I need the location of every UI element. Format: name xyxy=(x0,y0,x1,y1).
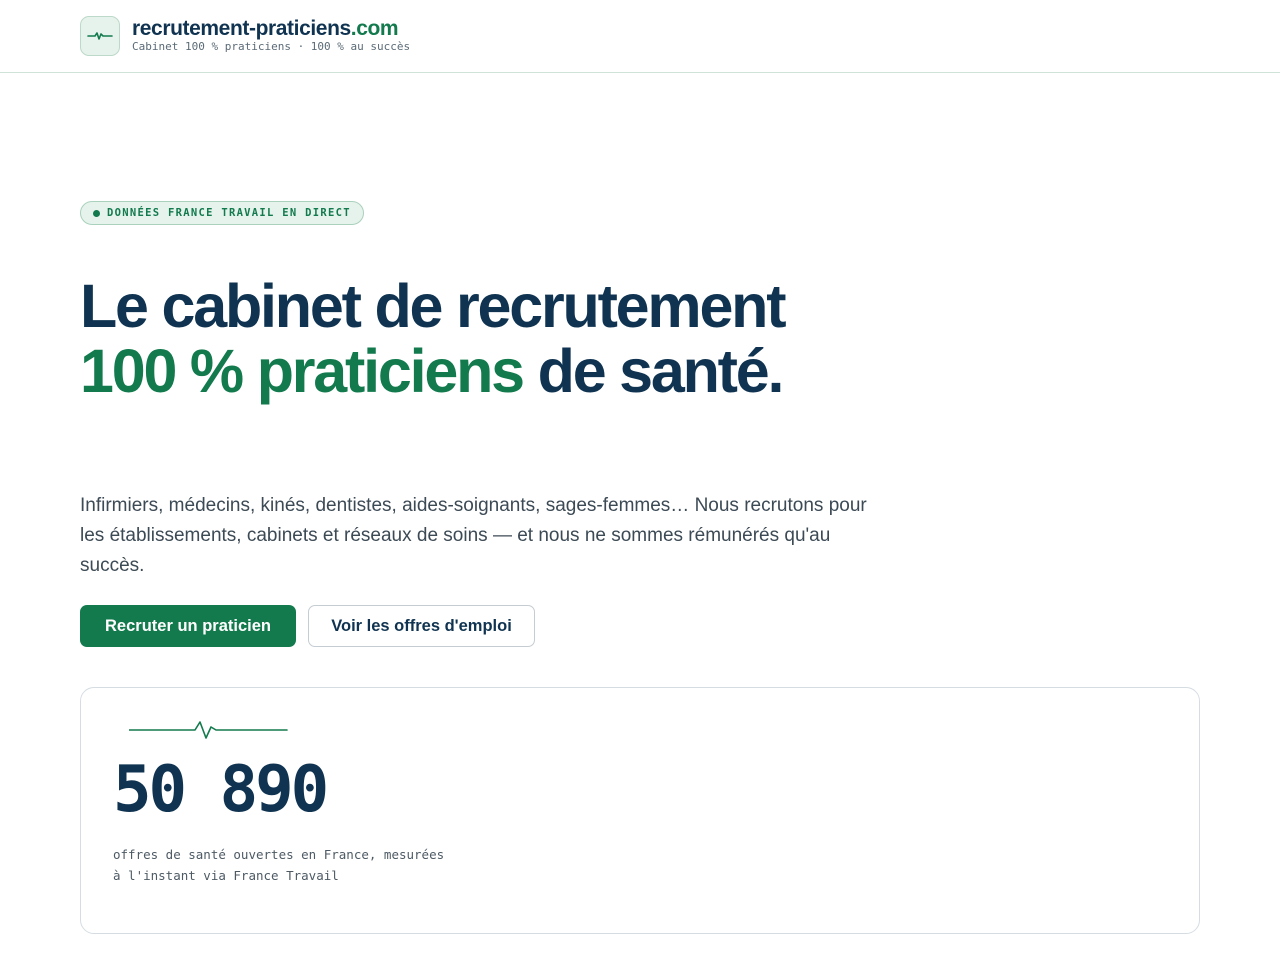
badge-label: DONNÉES FRANCE TRAVAIL EN DIRECT xyxy=(107,207,351,219)
heartbeat-icon[interactable] xyxy=(80,16,120,56)
hero-title-part2: de santé. xyxy=(522,337,785,405)
brand-logo-text[interactable]: recrutement-praticiens.com xyxy=(132,16,399,42)
brand-tld: .com xyxy=(350,17,399,40)
live-dot-icon xyxy=(93,209,100,217)
recruit-practitioner-button[interactable]: Recruter un praticien xyxy=(80,605,296,647)
brand-name: recrutement-praticiens xyxy=(132,17,351,40)
site-header: recrutement-praticiens.com Cabinet 100 %… xyxy=(0,0,1280,73)
stat-description-line1: offres de santé ouvertes en France, mesu… xyxy=(113,847,445,862)
open-offers-count: 50 890 xyxy=(113,753,329,827)
stat-description: offres de santé ouvertes en France, mesu… xyxy=(113,844,493,886)
brand-tagline: Cabinet 100 % praticiens · 100 % au succ… xyxy=(132,40,411,53)
hero-title-part1: Le cabinet de recrutement xyxy=(80,272,787,340)
view-job-offers-button[interactable]: Voir les offres d'emploi xyxy=(308,605,535,647)
live-data-badge: DONNÉES FRANCE TRAVAIL EN DIRECT xyxy=(80,201,364,225)
pulse-line-icon xyxy=(129,721,288,739)
stat-description-line2: à l'instant via France Travail xyxy=(113,868,339,883)
hero-title-highlight: 100 % praticiens xyxy=(80,337,525,405)
hero-lead-paragraph: Infirmiers, médecins, kinés, dentistes, … xyxy=(80,495,867,576)
hero-title: Le cabinet de recrutement 100 % praticie… xyxy=(80,274,840,404)
job-stats-card: 50 890 offres de santé ouvertes en Franc… xyxy=(80,687,1200,934)
